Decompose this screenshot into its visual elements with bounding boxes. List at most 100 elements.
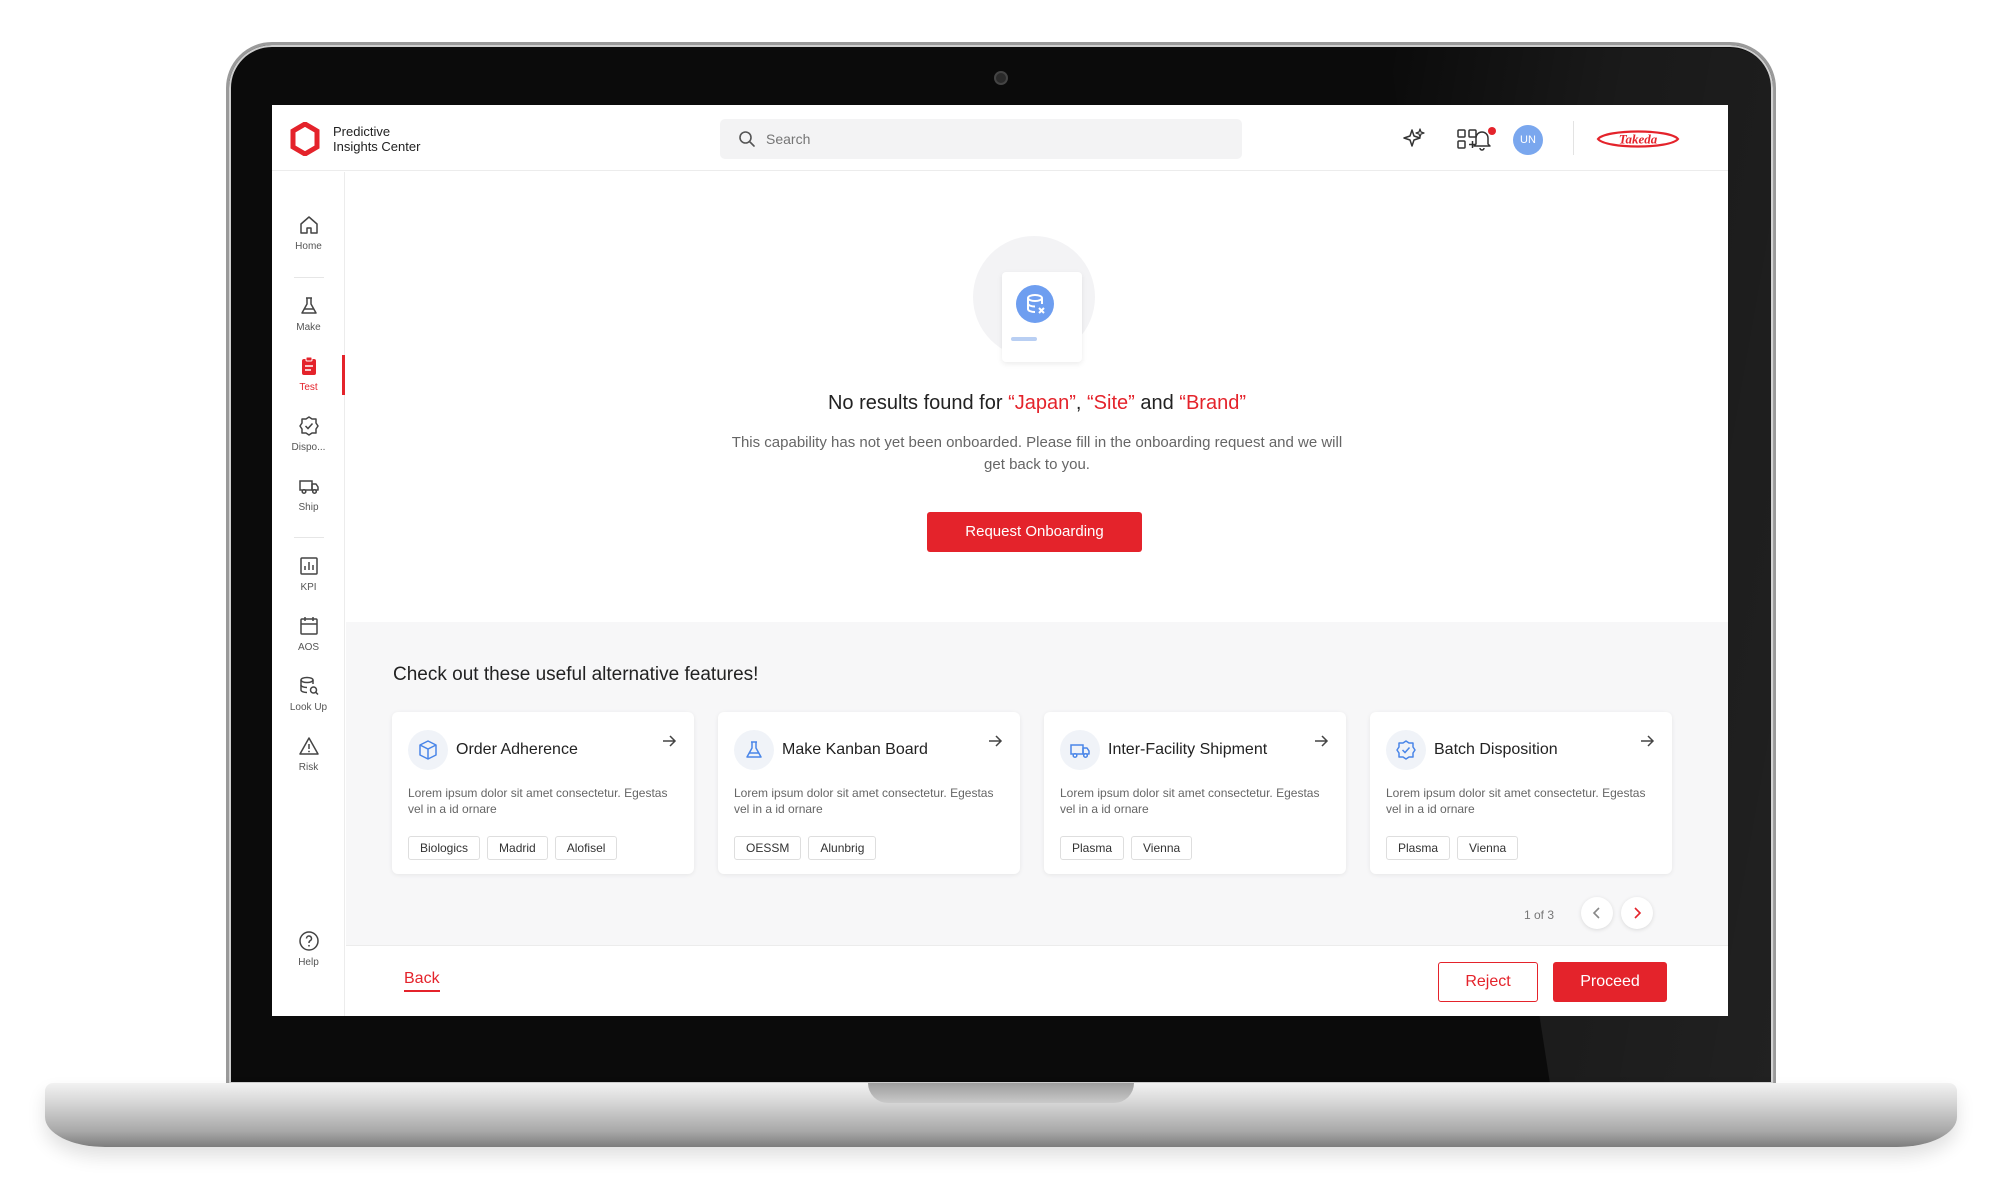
sidebar-item-label: Test (299, 382, 318, 393)
home-icon (299, 216, 318, 234)
chevron-right-icon (1634, 907, 1642, 919)
sidebar-item-label: Home (295, 241, 322, 252)
title-separator: , (1075, 392, 1088, 414)
nav-separator (294, 277, 324, 278)
card-tags: OESSM Alunbrig (734, 836, 877, 860)
arrow-right-icon[interactable] (660, 732, 678, 750)
tag: Alunbrig (808, 836, 877, 860)
search-icon (739, 131, 755, 147)
empty-state-title: No results found for “Japan”, “Site” and… (346, 392, 1728, 415)
card-icon-wrap (1386, 730, 1426, 770)
card-title: Batch Disposition (1434, 741, 1558, 758)
sidebar-item-test[interactable]: Test (272, 355, 345, 405)
sidebar-item-kpi[interactable]: KPI (272, 555, 345, 605)
calendar-icon (299, 617, 318, 635)
sidebar: Home Make Test Dispo... Ship KPI AOS Loo… (272, 172, 345, 1016)
empty-illustration-line (1011, 337, 1037, 341)
alternatives-section: Check out these useful alternative featu… (346, 622, 1728, 945)
brand-logo: Takeda (1596, 130, 1680, 148)
arrow-right-icon[interactable] (986, 732, 1004, 750)
request-onboarding-button[interactable]: Request Onboarding (927, 512, 1142, 552)
sidebar-item-label: Make (296, 322, 321, 333)
card-icon-wrap (408, 730, 448, 770)
pager-next-button[interactable] (1621, 897, 1653, 929)
search-term-site: “Site” (1087, 392, 1135, 414)
empty-state-description: This capability has not yet been onboard… (731, 434, 1343, 473)
sidebar-item-home[interactable]: Home (272, 214, 345, 264)
badge-check-icon (1396, 740, 1416, 760)
reject-button[interactable]: Reject (1438, 962, 1538, 1002)
arrow-right-icon[interactable] (1312, 732, 1330, 750)
card-tags: Biologics Madrid Alofisel (408, 836, 618, 860)
top-divider (1573, 121, 1574, 155)
box-icon (419, 740, 437, 760)
search-term-brand: “Brand” (1179, 392, 1246, 414)
svg-text:Takeda: Takeda (1619, 132, 1658, 147)
flask-icon (746, 741, 762, 758)
title-separator: and (1134, 392, 1180, 414)
avatar[interactable]: UN (1513, 125, 1543, 155)
tag: Alofisel (554, 836, 618, 860)
pager-text: 1 of 3 (1524, 908, 1555, 922)
title-prefix: No results found for (827, 392, 1009, 414)
app-screen: Predictive Insights Center UN (272, 105, 1728, 1016)
sidebar-item-help[interactable]: Help (272, 930, 345, 980)
feature-card-make-kanban-board[interactable]: Make Kanban Board Lorem ipsum dolor sit … (718, 712, 1020, 874)
feature-card-batch-disposition[interactable]: Batch Disposition Lorem ipsum dolor sit … (1370, 712, 1672, 874)
search-input[interactable] (766, 119, 1226, 159)
tag: Plasma (1386, 836, 1451, 860)
card-tags: Plasma Vienna (1386, 836, 1519, 860)
tag: Vienna (1457, 836, 1519, 860)
tag: Biologics (408, 836, 481, 860)
tag: Madrid (487, 836, 548, 860)
feature-card-inter-facility-shipment[interactable]: Inter-Facility Shipment Lorem ipsum dolo… (1044, 712, 1346, 874)
truck-icon (298, 480, 319, 495)
feature-card-order-adherence[interactable]: Order Adherence Lorem ipsum dolor sit am… (392, 712, 694, 874)
card-description: Lorem ipsum dolor sit amet consectetur. … (408, 786, 668, 816)
laptop-notch (868, 1083, 1134, 1103)
app-title-line2: Insights Center (333, 139, 421, 154)
card-description: Lorem ipsum dolor sit amet consectetur. … (1386, 786, 1646, 816)
search-bar[interactable] (720, 119, 1242, 159)
pager-prev-button[interactable] (1581, 897, 1613, 929)
alternatives-heading: Check out these useful alternative featu… (393, 664, 759, 685)
sidebar-item-lookup[interactable]: Look Up (272, 675, 345, 725)
card-title: Order Adherence (456, 741, 578, 758)
sidebar-item-label: KPI (300, 582, 317, 593)
sidebar-item-make[interactable]: Make (272, 295, 345, 345)
back-link[interactable]: Back (404, 970, 440, 992)
app-title: Predictive Insights Center (333, 124, 420, 154)
proceed-button[interactable]: Proceed (1553, 962, 1667, 1002)
sidebar-item-risk[interactable]: Risk (272, 735, 345, 785)
search-term-japan: “Japan” (1008, 392, 1076, 414)
sidebar-item-disposition[interactable]: Dispo... (272, 415, 345, 465)
card-tags: Plasma Vienna (1060, 836, 1193, 860)
arrow-right-icon[interactable] (1638, 732, 1656, 750)
tag: OESSM (734, 836, 802, 860)
empty-state-panel: No results found for “Japan”, “Site” and… (346, 172, 1728, 622)
truck-icon (1070, 744, 1090, 759)
card-title: Make Kanban Board (782, 741, 928, 758)
top-bar: Predictive Insights Center UN (272, 105, 1728, 171)
notification-badge (1488, 127, 1496, 135)
sidebar-item-aos[interactable]: AOS (272, 615, 345, 665)
card-icon-wrap (734, 730, 774, 770)
flask-icon (300, 297, 317, 314)
sparkle-icon[interactable] (1402, 127, 1426, 151)
chart-icon (299, 557, 318, 575)
webcam (994, 71, 1008, 85)
sidebar-item-label: Help (298, 957, 319, 968)
active-indicator (342, 355, 345, 395)
card-icon-wrap (1060, 730, 1100, 770)
card-description: Lorem ipsum dolor sit amet consectetur. … (734, 786, 994, 816)
nav-separator (294, 537, 324, 538)
clipboard-icon (301, 356, 316, 375)
sidebar-item-ship[interactable]: Ship (272, 475, 345, 525)
sidebar-item-label: Ship (298, 502, 319, 513)
chevron-left-icon (1592, 907, 1600, 919)
database-search-icon (299, 676, 319, 696)
app-logo-icon[interactable] (288, 122, 322, 156)
badge-check-icon (298, 416, 319, 436)
tag: Plasma (1060, 836, 1125, 860)
card-description: Lorem ipsum dolor sit amet consectetur. … (1060, 786, 1320, 816)
